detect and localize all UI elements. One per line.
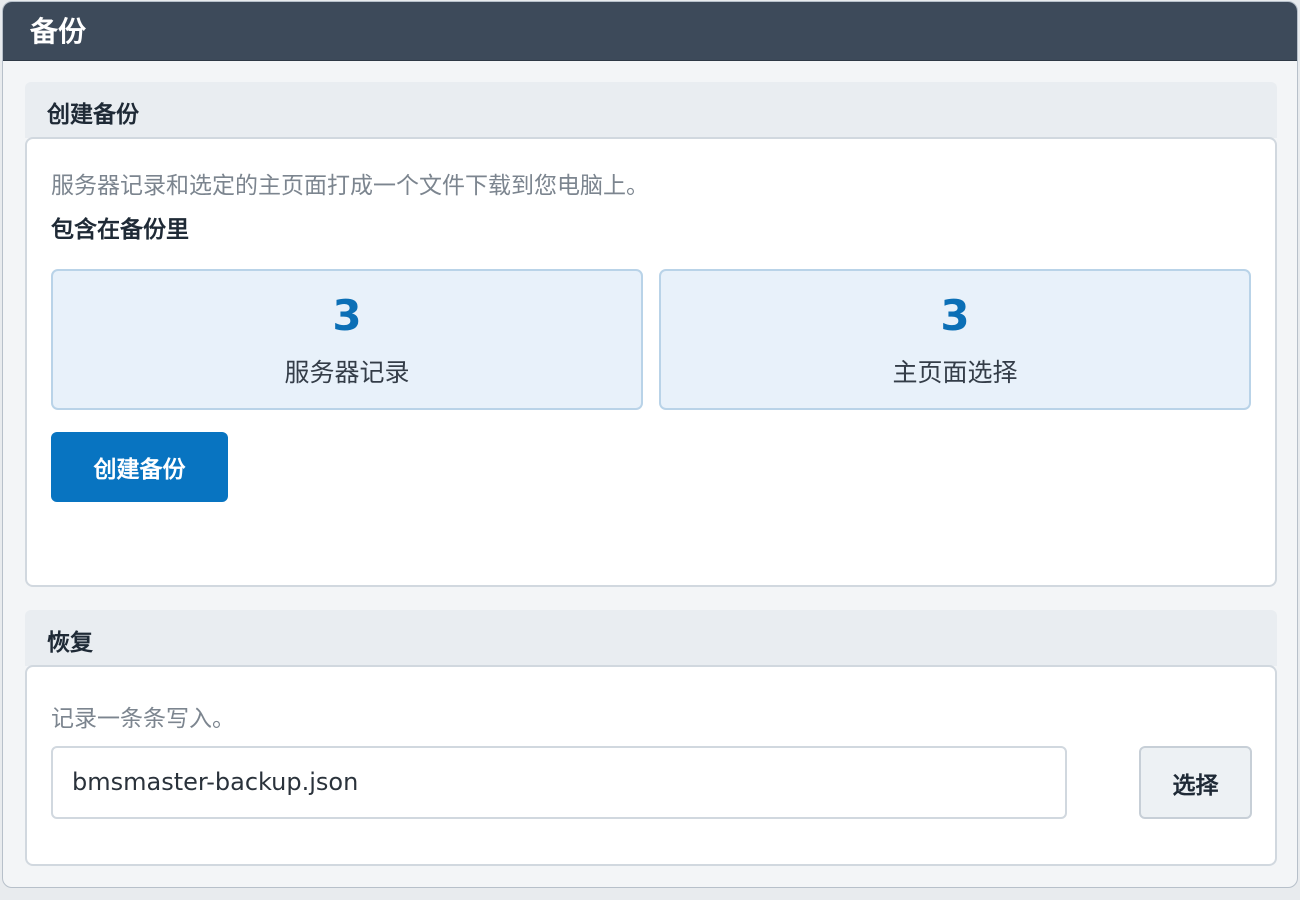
homepage-selection-count: 3 [940, 291, 970, 340]
create-backup-panel: 服务器记录和选定的主页面打成一个文件下载到您电脑上。 包含在备份里 3 服务器记… [25, 137, 1277, 587]
restore-panel: 记录一条条写入。 bmsmaster-backup.json 选择 [25, 665, 1277, 866]
homepage-selection-label: 主页面选择 [892, 358, 1018, 387]
includes-heading: 包含在备份里 [51, 217, 189, 243]
choose-file-button[interactable]: 选择 [1139, 746, 1252, 819]
server-records-stat-card: 3 服务器记录 [51, 269, 643, 410]
backup-file-field[interactable]: bmsmaster-backup.json [51, 746, 1067, 819]
backup-window: 备份 创建备份 服务器记录和选定的主页面打成一个文件下载到您电脑上。 包含在备份… [2, 1, 1298, 888]
restore-section-heading: 恢复 [25, 610, 1277, 666]
create-backup-section-heading: 创建备份 [25, 82, 1277, 138]
server-records-label: 服务器记录 [284, 358, 410, 387]
homepage-selection-stat-card: 3 主页面选择 [659, 269, 1251, 410]
window-title: 备份 [3, 2, 1297, 61]
create-backup-description: 服务器记录和选定的主页面打成一个文件下载到您电脑上。 [51, 173, 649, 199]
restore-description: 记录一条条写入。 [51, 706, 235, 732]
server-records-count: 3 [332, 291, 362, 340]
create-backup-button[interactable]: 创建备份 [51, 432, 228, 502]
